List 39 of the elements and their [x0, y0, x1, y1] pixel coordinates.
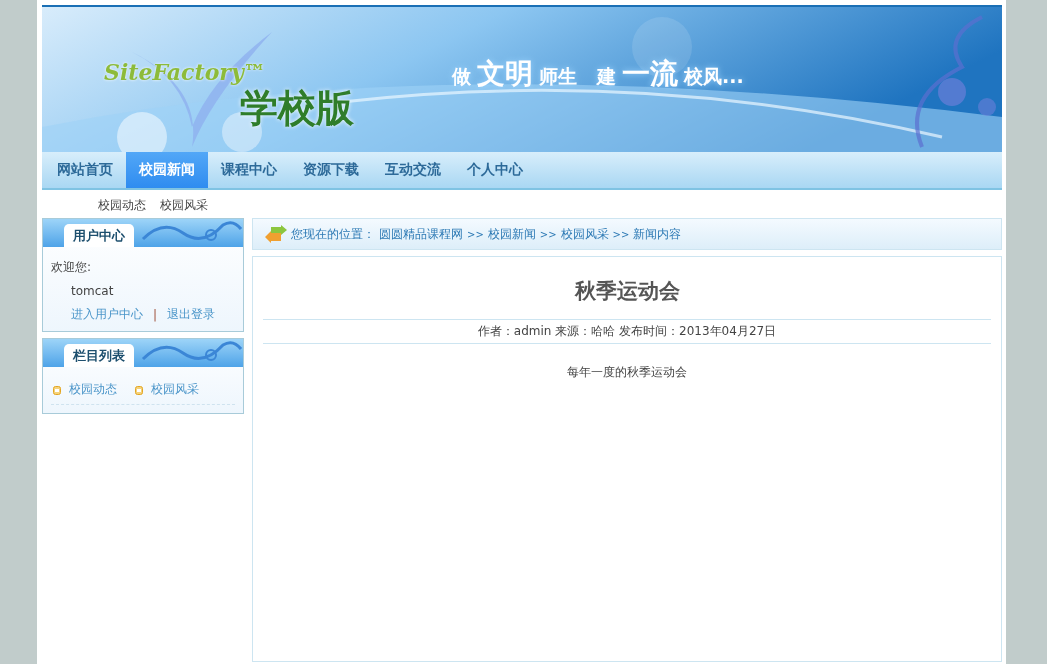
- separator: |: [153, 307, 158, 322]
- breadcrumb-separator: >>: [612, 228, 630, 240]
- slogan-text: 校风...: [684, 64, 744, 89]
- nav-tab[interactable]: 资源下载: [290, 152, 372, 188]
- slogan-text: 师生: [539, 64, 577, 89]
- category-link[interactable]: 校园动态: [69, 381, 117, 398]
- nav-tab[interactable]: 个人中心: [454, 152, 536, 188]
- slogan-text: 做: [452, 64, 471, 89]
- breadcrumb-link[interactable]: 圆圆精品课程网: [379, 225, 463, 243]
- bullet-icon: [135, 384, 143, 395]
- category-link[interactable]: 校园风采: [151, 381, 199, 398]
- logo-text: SiteFactory™: [104, 59, 266, 85]
- nav-tab[interactable]: 互动交流: [372, 152, 454, 188]
- breadcrumb-link[interactable]: 校园新闻: [487, 225, 536, 243]
- welcome-text: 欢迎您:: [51, 259, 93, 276]
- logout-link[interactable]: 退出登录: [167, 306, 216, 323]
- slogan-text: 建: [597, 64, 616, 89]
- nav-tab[interactable]: 课程中心: [208, 152, 290, 188]
- breadcrumb-link[interactable]: 校园风采: [560, 225, 609, 243]
- slogan-text: 文明: [477, 56, 533, 92]
- user-center-link[interactable]: 进入用户中心: [71, 306, 143, 323]
- arrows-icon: [265, 225, 287, 243]
- subnav-link[interactable]: 校园动态: [98, 197, 146, 212]
- panel-title: 栏目列表: [64, 344, 134, 367]
- breadcrumb-separator: >>: [539, 228, 557, 240]
- username: tomcat: [71, 284, 114, 298]
- breadcrumb-link[interactable]: 新闻内容: [633, 225, 682, 243]
- bullet-icon: [53, 384, 61, 395]
- slogan-text: 一流: [622, 56, 678, 92]
- breadcrumb-separator: >>: [467, 228, 484, 240]
- article-title: 秋季运动会: [263, 257, 991, 320]
- nav-tab[interactable]: 校园新闻: [126, 152, 208, 188]
- nav-tab[interactable]: 网站首页: [44, 152, 126, 188]
- subnav-link[interactable]: 校园风采: [160, 197, 208, 212]
- breadcrumb-label: 您现在的位置：: [291, 225, 375, 243]
- edition-title: 学校版: [240, 85, 354, 132]
- article-body: 每年一度的秋季运动会: [566, 364, 688, 381]
- article-meta: 作者：admin 来源：哈哈 发布时间：2013年04月27日: [263, 320, 991, 344]
- panel-title: 用户中心: [64, 224, 134, 247]
